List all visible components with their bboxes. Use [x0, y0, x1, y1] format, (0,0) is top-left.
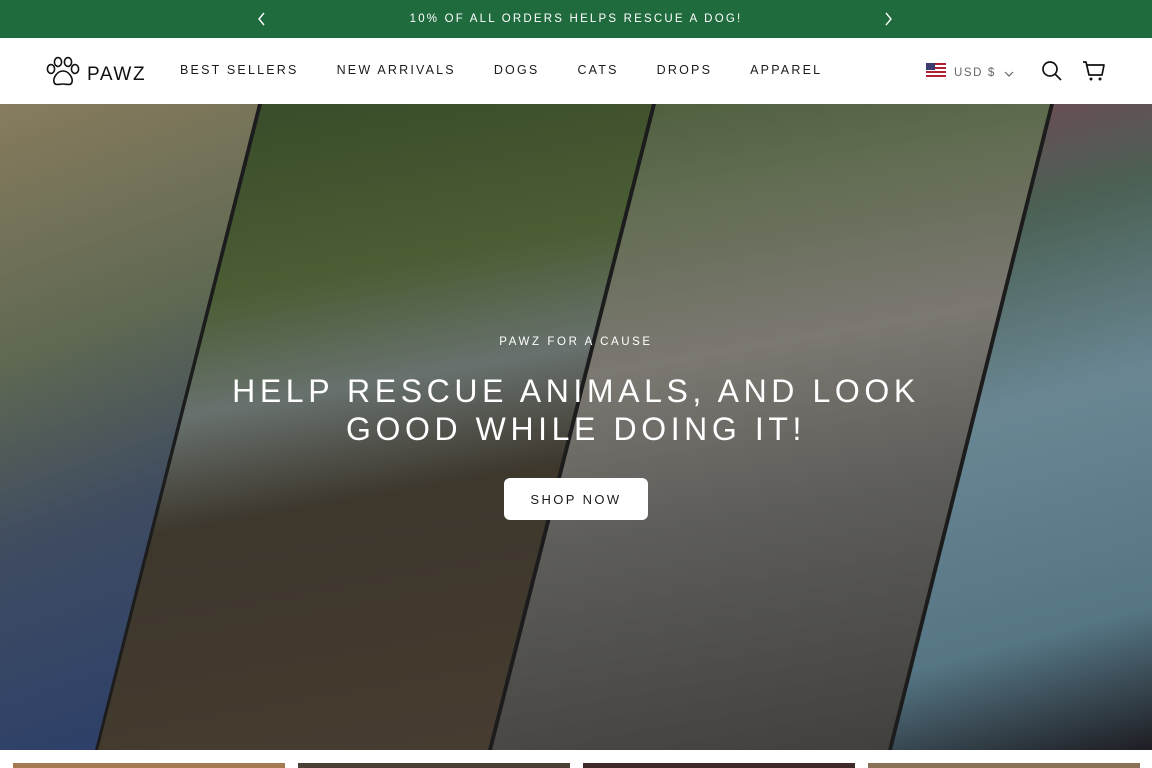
collection-cards	[0, 750, 1152, 768]
collection-card[interactable]	[868, 763, 1140, 768]
currency-selector[interactable]: USD $	[926, 63, 1014, 82]
chevron-down-icon	[1004, 64, 1014, 82]
chevron-right-icon[interactable]	[878, 9, 898, 29]
announcement-bar: 10% OF ALL ORDERS HELPS RESCUE A DOG!	[0, 0, 1152, 38]
nav-new-arrivals[interactable]: NEW ARRIVALS	[337, 63, 456, 77]
main-nav: BEST SELLERS NEW ARRIVALS DOGS CATS DROP…	[180, 63, 860, 77]
announcement-message: 10% OF ALL ORDERS HELPS RESCUE A DOG!	[409, 13, 743, 25]
logo[interactable]: PAWZ	[45, 56, 146, 93]
hero-title: HELP RESCUE ANIMALS, AND LOOK GOOD WHILE…	[232, 373, 920, 447]
collection-card[interactable]	[13, 763, 285, 768]
collection-card[interactable]	[298, 763, 570, 768]
chevron-left-icon[interactable]	[252, 9, 272, 29]
shop-now-button[interactable]: SHOP NOW	[504, 478, 648, 520]
collection-card[interactable]	[583, 763, 855, 768]
hero-banner: PAWZ FOR A CAUSE HELP RESCUE ANIMALS, AN…	[0, 104, 1152, 750]
search-icon[interactable]	[1040, 59, 1064, 83]
nav-apparel[interactable]: APPAREL	[750, 63, 822, 77]
logo-wordmark: PAWZ	[87, 63, 147, 85]
paw-icon	[45, 56, 81, 93]
site-header: PAWZ BEST SELLERS NEW ARRIVALS DOGS CATS…	[0, 38, 1152, 104]
hero-content: PAWZ FOR A CAUSE HELP RESCUE ANIMALS, AN…	[0, 104, 1152, 750]
hero-eyebrow: PAWZ FOR A CAUSE	[499, 336, 653, 348]
nav-dogs[interactable]: DOGS	[494, 63, 540, 77]
nav-drops[interactable]: DROPS	[657, 63, 712, 77]
currency-label: USD $	[954, 66, 996, 79]
nav-best-sellers[interactable]: BEST SELLERS	[180, 63, 299, 77]
us-flag-icon	[926, 63, 946, 82]
nav-cats[interactable]: CATS	[577, 63, 618, 77]
shopping-bag-icon[interactable]	[1082, 59, 1106, 83]
